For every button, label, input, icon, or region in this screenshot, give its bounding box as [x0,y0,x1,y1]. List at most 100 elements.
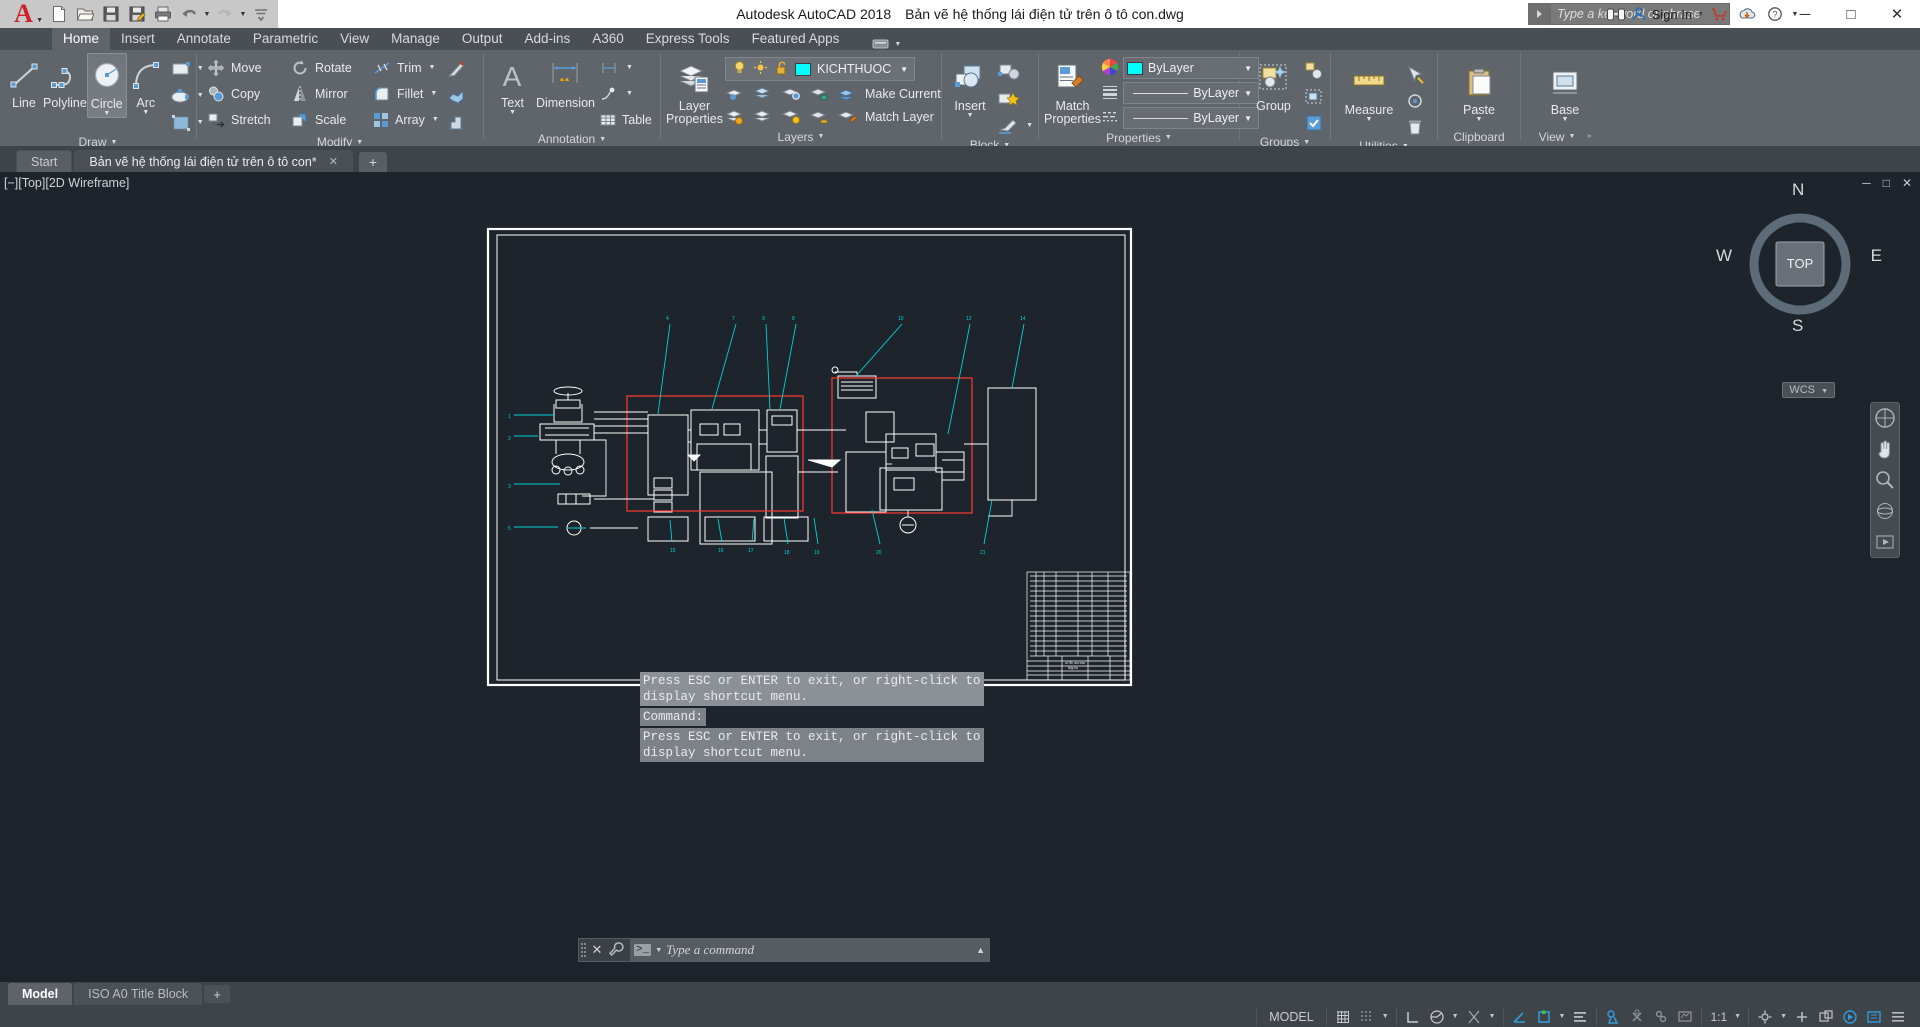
ellipse-icon[interactable] [168,83,194,108]
undo-icon[interactable] [176,1,202,27]
clean-screen-icon[interactable] [1863,1007,1885,1026]
layer-properties-button[interactable]: Layer Properties [666,56,723,126]
trim-button[interactable]: Trim ▼ [368,55,442,80]
dimension-style-dropdown-icon[interactable]: ▼ [626,64,633,71]
search-binoculars-icon[interactable] [1603,1,1629,27]
linetype-icon[interactable] [1101,108,1119,129]
customize-qat-icon[interactable] [248,1,274,27]
viewcube-west-label[interactable]: W [1716,246,1732,266]
match-properties-button[interactable]: Match Properties [1044,56,1101,126]
command-line-bar[interactable]: ✕ >_ ▼ Type a command ▲ [578,938,990,962]
arc-dropdown-icon[interactable]: ▼ [142,109,149,116]
annotation-scale-label[interactable]: 1:1 [1707,1007,1730,1026]
application-menu-button[interactable]: A ▼ [0,0,46,28]
dimension-style-button[interactable]: ▼ [595,55,655,80]
annotation-monitor-icon[interactable] [1674,1007,1696,1026]
customize-wrench-icon[interactable] [606,941,626,960]
sign-in-button[interactable]: Sign In ▼ [1631,6,1704,22]
purge-icon[interactable] [1403,115,1427,139]
layer-unisolate-icon[interactable] [781,107,803,127]
layer-thaw-all-icon[interactable] [753,107,775,127]
circle-button[interactable]: Circle ▼ [86,53,127,118]
tab-a360[interactable]: A360 [581,28,635,50]
redo-icon[interactable] [212,1,238,27]
layer-isolate-icon[interactable] [725,84,747,104]
transparency-icon[interactable] [1626,1007,1648,1026]
save-as-file-icon[interactable] [124,1,150,27]
dimension-button[interactable]: Dimension [536,53,595,110]
hatch-icon[interactable] [168,110,194,135]
command-bar-grip[interactable] [579,941,588,959]
text-dropdown-icon[interactable]: ▼ [509,109,516,116]
tab-express-tools[interactable]: Express Tools [635,28,741,50]
arc-button[interactable]: Arc ▼ [127,53,165,116]
layer-lock-icon[interactable] [809,84,831,104]
show-motion-icon[interactable] [1873,530,1897,554]
layer-on-icon[interactable] [732,60,747,78]
tab-view[interactable]: View [329,28,380,50]
base-view-button[interactable]: Base ▼ [1536,60,1594,123]
group-selection-icon[interactable] [1303,111,1325,135]
viewcube-east-label[interactable]: E [1871,246,1882,266]
workspace-switching-icon[interactable] [1754,1007,1776,1026]
save-file-icon[interactable] [98,1,124,27]
grid-display-icon[interactable] [1332,1007,1354,1026]
rotate-button[interactable]: Rotate [286,55,368,80]
close-icon[interactable]: ✕ [588,942,606,958]
current-layer-control[interactable]: KICHTHUOC ▼ [724,57,915,81]
object-color-combo[interactable]: ByLayer ▼ [1122,57,1259,79]
open-file-icon[interactable] [72,1,98,27]
customization-icon[interactable] [1887,1007,1909,1026]
array-button[interactable]: Array ▼ [368,107,442,132]
drawing-canvas[interactable]: [−][Top][2D Wireframe] ─ □ ✕ 4 7 9 8 10 … [0,172,1920,982]
create-block-icon[interactable] [995,59,1023,84]
ribbon-display-options[interactable]: ▼ [872,38,901,50]
lineweight-icon[interactable] [1602,1007,1624,1026]
group-button[interactable]: Group [1245,56,1302,113]
edit-attributes-icon[interactable] [995,113,1023,138]
fillet-button[interactable]: Fillet ▼ [368,81,442,106]
workspace-dropdown-icon[interactable]: ▼ [1778,1013,1789,1020]
tab-home[interactable]: Home [52,28,111,50]
hardware-acceleration-icon[interactable] [1839,1007,1861,1026]
chevron-down-icon[interactable]: ▼ [894,41,901,48]
plot-icon[interactable] [150,1,176,27]
layer-unlock-all-icon[interactable] [809,107,831,127]
search-expand-icon[interactable] [1528,3,1550,25]
explode-icon[interactable] [443,83,469,108]
new-file-icon[interactable] [46,1,72,27]
undo-dropdown-icon[interactable]: ▼ [202,11,212,18]
close-button[interactable]: ✕ [1874,0,1920,28]
table-button[interactable]: Table [595,107,655,132]
layer-color-swatch[interactable] [794,62,811,76]
mirror-button[interactable]: Mirror [286,81,368,106]
circle-dropdown-icon[interactable]: ▼ [103,110,110,117]
ribbon-overflow-icon[interactable]: » [1587,133,1591,140]
chevron-down-icon[interactable]: ▼ [1568,133,1575,140]
quick-select-icon[interactable] [1403,63,1427,87]
file-tab-drawing[interactable]: Bản vẽ hệ thống lái điện tử trên ô tô co… [74,150,353,172]
wcs-indicator[interactable]: WCS ▼ [1782,382,1835,398]
selection-cycling-icon[interactable] [1650,1007,1672,1026]
file-tab-start[interactable]: Start [16,150,73,172]
chevron-down-icon[interactable]: ▼ [1821,388,1828,395]
chevron-down-icon[interactable]: ▼ [900,65,908,74]
leader-dropdown-icon[interactable]: ▼ [626,90,633,97]
tab-manage[interactable]: Manage [380,28,451,50]
chevron-down-icon[interactable]: ▼ [356,139,363,146]
polar-dropdown-icon[interactable]: ▼ [1450,1013,1461,1020]
command-history-expand-icon[interactable]: ▲ [976,945,985,955]
edit-attributes-dropdown-icon[interactable]: ▼ [1026,122,1033,129]
rectangle-icon[interactable] [168,56,194,81]
viewcube-north-label[interactable]: N [1792,180,1804,200]
match-layer-label[interactable]: Match Layer [865,110,934,124]
chevron-down-icon[interactable]: ▼ [818,133,825,140]
new-file-tab-button[interactable]: + [358,152,387,172]
dynamic-ucs-icon[interactable] [1533,1007,1555,1026]
line-button[interactable]: Line [5,53,43,110]
orbit-icon[interactable] [1873,499,1897,523]
leader-button[interactable]: ▼ [595,81,655,106]
move-button[interactable]: Move [202,55,286,80]
chevron-down-icon[interactable]: ▼ [1165,134,1172,141]
insert-dropdown-icon[interactable]: ▼ [967,112,974,119]
